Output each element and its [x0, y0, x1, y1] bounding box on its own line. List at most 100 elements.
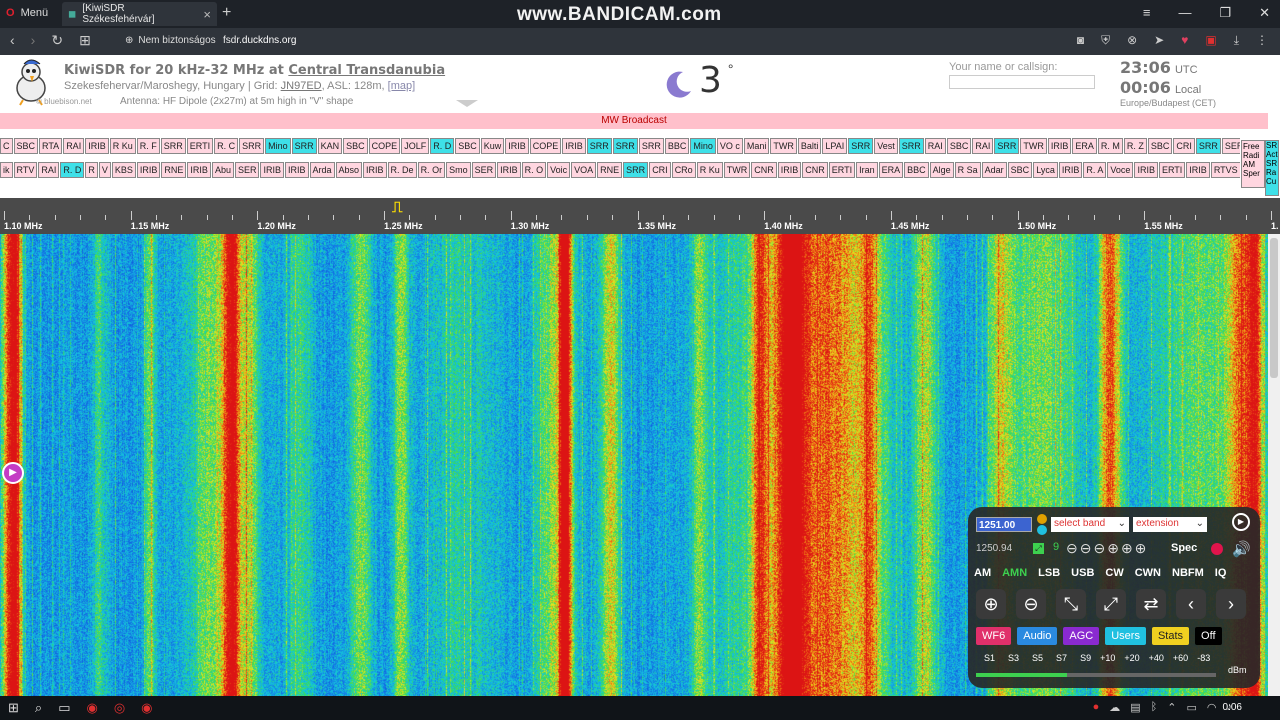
station-label[interactable]: VOA	[571, 162, 597, 178]
restore-icon[interactable]: ❐	[1219, 5, 1231, 21]
grid-icon[interactable]: ⊞	[79, 32, 91, 49]
step-down-medium-icon[interactable]: ⊖	[1080, 540, 1092, 557]
mode-am-button[interactable]: AM	[974, 567, 991, 579]
browser-tab[interactable]: ◼ [KiwiSDR Székesfehérvár] ×	[62, 2, 217, 26]
frequency-input[interactable]: 1251.00	[976, 517, 1032, 532]
browser-menu[interactable]: O Menü	[6, 7, 48, 19]
close-window-icon[interactable]: ✕	[1259, 5, 1270, 21]
mode-nbfm-button[interactable]: NBFM	[1172, 567, 1204, 579]
station-label[interactable]: Balti	[797, 138, 822, 154]
tab-agc[interactable]: AGC	[1063, 627, 1100, 645]
station-label[interactable]: SRR	[586, 138, 612, 154]
station-label[interactable]: R. A	[1083, 162, 1107, 178]
station-label[interactable]: IRIB	[1047, 138, 1072, 154]
station-label[interactable]: RAI	[924, 138, 946, 154]
opera-icon[interactable]: ◎	[114, 700, 125, 716]
station-label[interactable]: IRIB	[1058, 162, 1083, 178]
band-name-bar[interactable]: MW Broadcast	[0, 113, 1268, 129]
station-label[interactable]: Arda	[309, 162, 335, 178]
passband-marker-icon[interactable]: ⎍	[392, 199, 403, 216]
station-label[interactable]: Kuw	[480, 138, 505, 154]
band-select[interactable]: select band ⌄	[1051, 517, 1129, 532]
frequency-step-icon[interactable]	[1037, 514, 1047, 524]
play-icon[interactable]: ▶	[1232, 513, 1250, 531]
step-up-medium-icon[interactable]: ⊕	[1121, 540, 1133, 557]
heart-icon[interactable]: ♥	[1181, 33, 1188, 48]
station-label[interactable]: Abso	[335, 162, 363, 178]
mode-amn-button[interactable]: AMN	[1002, 567, 1027, 579]
tray-chevron-icon[interactable]: ⌃	[1167, 701, 1176, 714]
station-label[interactable]: R. D	[430, 138, 455, 154]
station-label[interactable]: TWR	[723, 162, 751, 178]
tab-audio[interactable]: Audio	[1017, 627, 1058, 645]
station-label[interactable]: R. M	[1097, 138, 1123, 154]
station-label[interactable]: R. Z	[1123, 138, 1147, 154]
zoom-max-icon[interactable]: ⤡	[1056, 589, 1086, 619]
station-label[interactable]: ERTI	[1158, 162, 1186, 178]
frequency-scale[interactable]: ⎍ 1.10 MHz 1.15 MHz 1.20 MHz 1.25 MHz 1.30 M…	[0, 198, 1280, 234]
station-label[interactable]: Mino	[690, 138, 716, 154]
station-label[interactable]: KAN	[317, 138, 343, 154]
station-label[interactable]: TWR	[770, 138, 797, 154]
page-left-icon[interactable]: ‹	[1176, 589, 1206, 619]
station-label[interactable]: Adar	[981, 162, 1007, 178]
station-label[interactable]: IRIB	[85, 138, 109, 154]
station-label[interactable]: RNE	[161, 162, 187, 178]
step-up-large-icon[interactable]: ⊕	[1135, 540, 1147, 557]
mode-iq-button[interactable]: IQ	[1215, 567, 1227, 579]
taskbar-clock[interactable]: 0:06	[1223, 702, 1242, 713]
station-label[interactable]: VO c	[716, 138, 743, 154]
station-label[interactable]: IRIB	[1134, 162, 1158, 178]
step-down-large-icon[interactable]: ⊖	[1066, 540, 1078, 557]
network-icon[interactable]: ▤	[1130, 701, 1140, 714]
station-label[interactable]: BBC	[904, 162, 929, 178]
station-label-right-1[interactable]: Free Radi AM Sper	[1241, 140, 1265, 188]
scrollbar-thumb[interactable]	[1270, 238, 1278, 378]
speaker-icon[interactable]: 🔊	[1232, 540, 1251, 558]
station-label[interactable]: ik	[0, 162, 13, 178]
station-label[interactable]: CRo	[671, 162, 696, 178]
station-label[interactable]: SRR	[994, 138, 1020, 154]
extension-icon[interactable]: ▣	[1205, 33, 1216, 48]
station-label[interactable]: SER	[1221, 138, 1240, 154]
station-label[interactable]: CRI	[649, 162, 671, 178]
station-label[interactable]: IRIB	[284, 162, 309, 178]
station-label[interactable]: Voce	[1107, 162, 1134, 178]
map-link[interactable]: [map]	[388, 80, 416, 92]
station-label[interactable]: COPE	[368, 138, 401, 154]
task-view-icon[interactable]: ▭	[58, 700, 70, 716]
station-label[interactable]: SRR	[239, 138, 265, 154]
station-label[interactable]: CNR	[802, 162, 828, 178]
collapse-header-icon[interactable]	[456, 100, 478, 107]
station-label[interactable]: R	[85, 162, 98, 178]
station-label[interactable]: IRIB	[363, 162, 387, 178]
station-label[interactable]: SRR	[1195, 138, 1221, 154]
station-label[interactable]: RTVS	[1210, 162, 1240, 178]
station-label[interactable]: R. F	[136, 138, 160, 154]
extension-select[interactable]: extension ⌄	[1133, 517, 1207, 532]
side-panel-toggle-icon[interactable]: ▶	[2, 462, 24, 484]
station-label[interactable]: TWR	[1020, 138, 1047, 154]
station-label[interactable]: RAI	[972, 138, 994, 154]
forward-icon[interactable]: ›	[31, 32, 36, 49]
tab-stats[interactable]: Stats	[1151, 627, 1190, 645]
station-label[interactable]: SRR	[160, 138, 186, 154]
station-label[interactable]: KBS	[111, 162, 136, 178]
station-label[interactable]: R Ku	[109, 138, 136, 154]
station-label[interactable]: Lyca	[1033, 162, 1058, 178]
station-label[interactable]: R. O	[521, 162, 547, 178]
url-field[interactable]: fsdr.duckdns.org	[223, 35, 296, 46]
mode-cwn-button[interactable]: CWN	[1135, 567, 1161, 579]
station-label[interactable]: IRIB	[136, 162, 161, 178]
mode-lsb-button[interactable]: LSB	[1038, 567, 1060, 579]
station-label[interactable]: SRR	[623, 162, 649, 178]
station-label[interactable]: R. C	[214, 138, 239, 154]
station-label[interactable]: SER	[234, 162, 260, 178]
station-label[interactable]: SER	[471, 162, 497, 178]
step-up-small-icon[interactable]: ⊕	[1107, 540, 1119, 557]
station-label[interactable]: ERA	[878, 162, 904, 178]
grid-link[interactable]: JN97ED	[281, 80, 322, 92]
shield-icon[interactable]: ⛨	[1101, 33, 1110, 48]
station-label[interactable]: Mino	[265, 138, 291, 154]
station-label[interactable]: SBC	[343, 138, 368, 154]
